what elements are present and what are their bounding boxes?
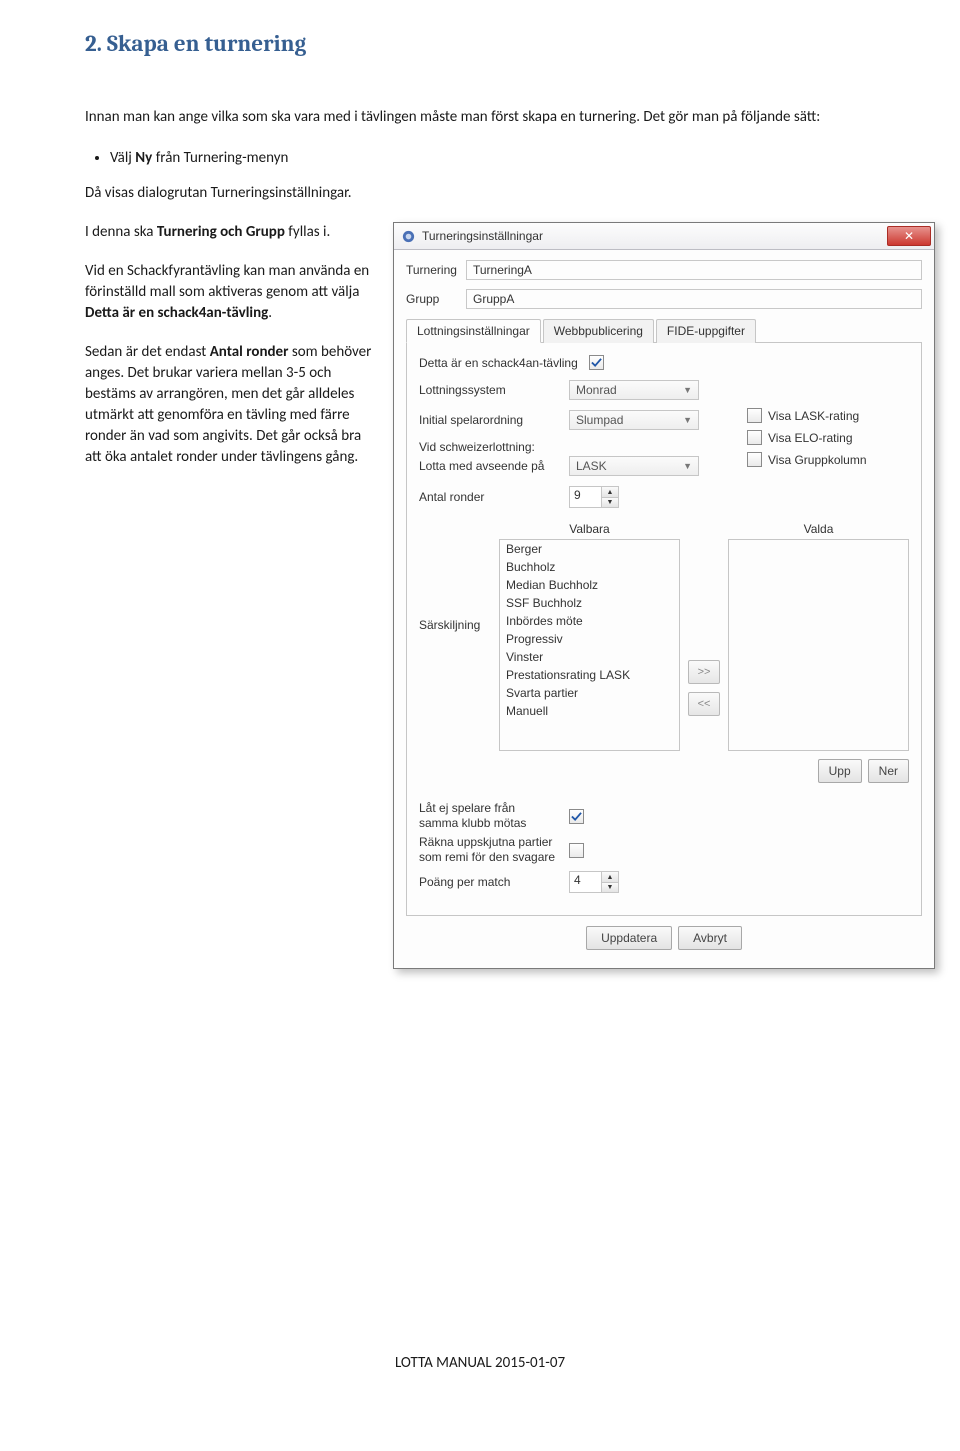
- sedan-paragraph: Sedan är det endast Antal ronder som beh…: [85, 342, 375, 468]
- idenna-pre: I denna ska: [85, 223, 157, 241]
- list-item[interactable]: Inbördes möte: [500, 612, 679, 630]
- lotta-value: LASK: [576, 459, 607, 473]
- visa-elo-label: Visa ELO-rating: [768, 431, 853, 445]
- bullet-post: från Turnering-menyn: [152, 149, 288, 167]
- initial-dropdown[interactable]: Slumpad ▼: [569, 410, 699, 430]
- viden-text: Vid en Schackfyrantävling kan man använd…: [85, 262, 369, 301]
- sedan-post: som behöver anges. Det brukar variera me…: [85, 343, 371, 466]
- valbara-head: Valbara: [499, 522, 680, 536]
- turnering-label: Turnering: [406, 263, 466, 277]
- close-icon: ✕: [904, 229, 914, 243]
- rakna-checkbox[interactable]: [569, 843, 584, 858]
- turnering-input[interactable]: [466, 260, 922, 280]
- rakna-label-2: som remi för den svagare: [419, 850, 569, 865]
- dialog-titlebar: Turneringsinställningar ✕: [394, 223, 934, 250]
- lotta-dropdown[interactable]: LASK ▼: [569, 456, 699, 476]
- chevron-down-icon: ▼: [683, 415, 692, 425]
- viden-paragraph: Vid en Schackfyrantävling kan man använd…: [85, 261, 375, 324]
- tab-fide[interactable]: FIDE-uppgifter: [656, 319, 756, 343]
- dialog-title: Turneringsinställningar: [422, 229, 887, 243]
- valbara-list[interactable]: Berger Buchholz Median Buchholz SSF Buch…: [499, 539, 680, 751]
- poang-label: Poäng per match: [419, 875, 569, 889]
- antal-label: Antal ronder: [419, 490, 569, 504]
- chevron-down-icon[interactable]: ▼: [602, 498, 618, 508]
- schack4an-checkbox[interactable]: [589, 355, 604, 370]
- visa-grupp-label: Visa Gruppkolumn: [768, 453, 867, 467]
- list-item[interactable]: Prestationsrating LASK: [500, 666, 679, 684]
- rakna-label-1: Räkna uppskjutna partier: [419, 835, 569, 850]
- chevron-down-icon[interactable]: ▼: [602, 883, 618, 893]
- visa-lask-label: Visa LASK-rating: [768, 409, 859, 423]
- latej-label-2: samma klubb mötas: [419, 816, 569, 831]
- schweizer-label: Vid schweizerlottning:: [419, 440, 569, 454]
- dialog-action-row: Uppdatera Avbryt: [406, 916, 922, 956]
- ner-button[interactable]: Ner: [868, 759, 909, 783]
- list-item[interactable]: Manuell: [500, 702, 679, 720]
- list-item[interactable]: Svarta partier: [500, 684, 679, 702]
- uppdatera-button[interactable]: Uppdatera: [586, 926, 672, 950]
- visa-lask-check[interactable]: Visa LASK-rating: [747, 408, 909, 423]
- davisas-paragraph: Då visas dialogrutan Turneringsinställni…: [85, 183, 920, 204]
- lottningssystem-dropdown[interactable]: Monrad ▼: [569, 380, 699, 400]
- tab-content-lottning: Detta är en schack4an-tävling Lottningss…: [406, 343, 922, 916]
- visa-elo-check[interactable]: Visa ELO-rating: [747, 430, 909, 445]
- sedan-pre: Sedan är det endast: [85, 343, 210, 361]
- upp-button[interactable]: Upp: [818, 759, 862, 783]
- initial-value: Slumpad: [576, 413, 623, 427]
- valda-head: Valda: [728, 522, 909, 536]
- poang-spinner[interactable]: 4 ▲ ▼: [569, 871, 619, 893]
- lotta-label: Lotta med avseende på: [419, 459, 569, 473]
- initial-label: Initial spelarordning: [419, 413, 569, 427]
- tabs-strip: Lottningsinställningar Webbpublicering F…: [406, 318, 922, 343]
- avbryt-button[interactable]: Avbryt: [678, 926, 742, 950]
- idenna-bold: Turnering och Grupp: [157, 223, 285, 241]
- idenna-paragraph: I denna ska Turnering och Grupp fyllas i…: [85, 222, 375, 243]
- list-item[interactable]: Vinster: [500, 648, 679, 666]
- idenna-post: fyllas i.: [285, 223, 330, 241]
- page-footer: LOTTA MANUAL 2015-01-07: [0, 1354, 960, 1372]
- intro-paragraph: Innan man kan ange vilka som ska vara me…: [85, 107, 825, 127]
- list-item[interactable]: SSF Buchholz: [500, 594, 679, 612]
- grupp-label: Grupp: [406, 292, 466, 306]
- viden-post: .: [268, 304, 272, 322]
- bullet-pre: Välj: [110, 149, 135, 167]
- close-button[interactable]: ✕: [887, 226, 931, 246]
- instruction-bullets: Välj Ny från Turnering-menyn: [85, 149, 920, 167]
- lottningssystem-label: Lottningssystem: [419, 383, 569, 397]
- move-left-button[interactable]: <<: [688, 692, 720, 716]
- visa-grupp-check[interactable]: Visa Gruppkolumn: [747, 452, 909, 467]
- viden-bold: Detta är en schack4an-tävling: [85, 304, 268, 322]
- chevron-up-icon[interactable]: ▲: [602, 872, 618, 883]
- list-item[interactable]: Buchholz: [500, 558, 679, 576]
- valda-list[interactable]: [728, 539, 909, 751]
- list-item[interactable]: Berger: [500, 540, 679, 558]
- latej-label-1: Låt ej spelare från: [419, 801, 569, 816]
- dialog-turneringsinstallningar: Turneringsinställningar ✕ Turnering Grup…: [393, 222, 935, 969]
- move-right-button[interactable]: >>: [688, 660, 720, 684]
- chevron-down-icon: ▼: [683, 461, 692, 471]
- antal-spinner[interactable]: 9 ▲ ▼: [569, 486, 619, 508]
- lottningssystem-value: Monrad: [576, 383, 617, 397]
- section-heading: 2. Skapa en turnering: [85, 30, 920, 57]
- sedan-bold: Antal ronder: [210, 343, 289, 361]
- latej-checkbox[interactable]: [569, 809, 584, 824]
- schack4an-label: Detta är en schack4an-tävling: [419, 356, 589, 370]
- chevron-down-icon: ▼: [683, 385, 692, 395]
- spinner-buttons[interactable]: ▲ ▼: [601, 487, 618, 507]
- antal-value: 9: [570, 487, 601, 507]
- sarskiljning-label: Särskiljning: [419, 518, 489, 783]
- chevron-up-icon[interactable]: ▲: [602, 487, 618, 498]
- bullet-bold: Ny: [135, 149, 152, 167]
- tab-webb[interactable]: Webbpublicering: [543, 319, 654, 343]
- list-item[interactable]: Progressiv: [500, 630, 679, 648]
- grupp-input[interactable]: [466, 289, 922, 309]
- bullet-item: Välj Ny från Turnering-menyn: [110, 149, 920, 167]
- tab-lottning[interactable]: Lottningsinställningar: [406, 319, 541, 343]
- list-item[interactable]: Median Buchholz: [500, 576, 679, 594]
- app-icon: [401, 229, 416, 244]
- spinner-buttons[interactable]: ▲ ▼: [601, 872, 618, 892]
- poang-value: 4: [570, 872, 601, 892]
